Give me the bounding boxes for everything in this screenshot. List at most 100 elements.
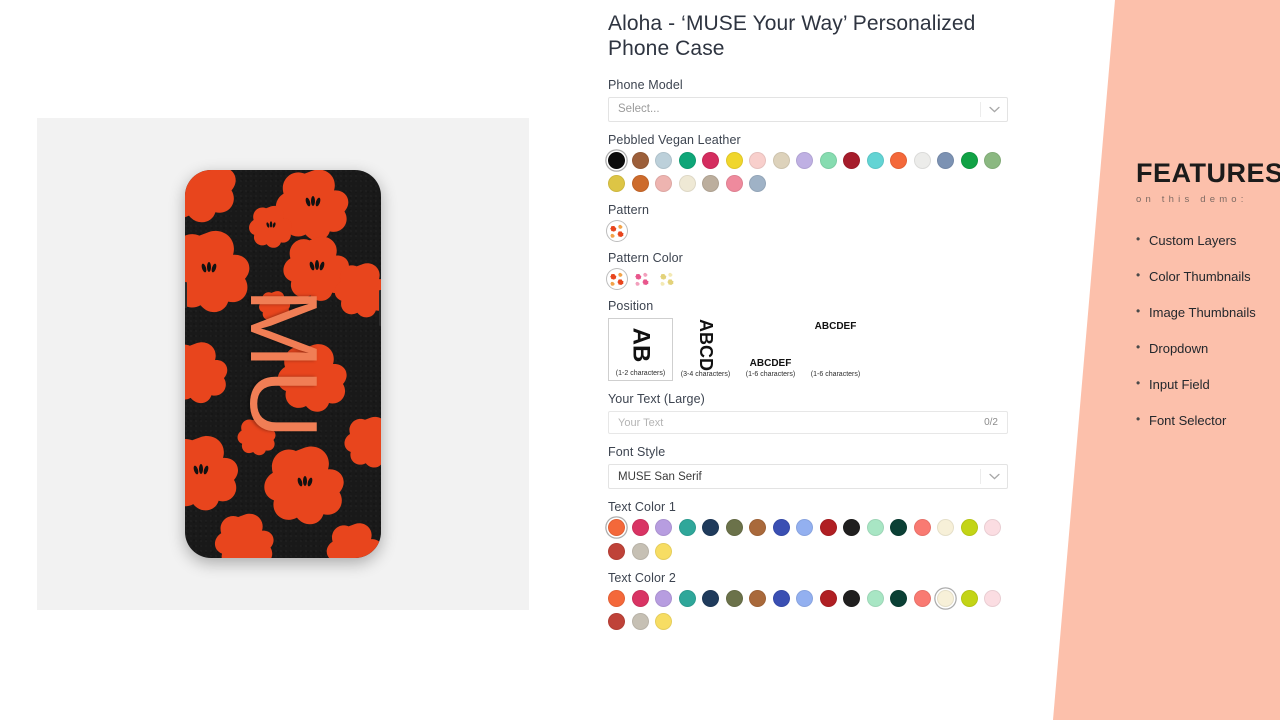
your-text-input-wrapper[interactable]: 0/2 [608, 411, 1008, 435]
text-color-1-swatch-7[interactable] [772, 519, 790, 537]
pattern-color-thumbnail-0[interactable] [608, 270, 626, 289]
leather-swatch-0[interactable] [608, 151, 625, 169]
text-color-2-swatch-13[interactable] [913, 589, 931, 607]
position-option-4[interactable]: ABCDEF (1-6 characters) [803, 318, 868, 381]
pattern-color-label: Pattern Color [608, 251, 683, 266]
pattern-label: Pattern [608, 203, 650, 218]
text-color-1-swatch-10[interactable] [843, 519, 860, 537]
feature-item-3: Dropdown [1136, 340, 1280, 356]
position-sample: ABCDEF [749, 358, 792, 370]
text-color-2-swatch-list [608, 589, 1008, 631]
leather-swatch-12[interactable] [890, 151, 907, 169]
page-title: Aloha - ‘MUSE Your Way’ Personalized Pho… [608, 12, 976, 60]
text-color-2-swatch-1[interactable] [631, 589, 649, 607]
pattern-color-thumbnail-1[interactable] [633, 270, 651, 289]
text-color-1-swatch-2[interactable] [655, 519, 672, 537]
leather-swatch-15[interactable] [960, 151, 978, 169]
text-color-1-swatch-11[interactable] [866, 519, 884, 537]
text-color-2-swatch-14[interactable] [937, 589, 954, 607]
position-sample: ABCDEF [814, 321, 857, 333]
leather-swatch-16[interactable] [984, 151, 1001, 169]
text-color-2-swatch-7[interactable] [772, 589, 790, 607]
leather-swatch-4[interactable] [702, 151, 719, 169]
phone-model-value: Select... [618, 103, 660, 116]
chevron-down-icon[interactable] [981, 106, 1007, 113]
leather-swatch-2[interactable] [655, 151, 672, 169]
leather-swatch-9[interactable] [819, 151, 837, 169]
pattern-thumbnail-0[interactable] [608, 222, 626, 241]
text-color-2-swatch-11[interactable] [866, 589, 884, 607]
leather-swatch-7[interactable] [772, 151, 790, 169]
leather-swatch-21[interactable] [702, 175, 719, 193]
text-color-2-swatch-15[interactable] [960, 589, 978, 607]
text-color-1-swatch-9[interactable] [819, 519, 837, 537]
leather-swatch-14[interactable] [937, 151, 954, 169]
text-color-1-swatch-12[interactable] [890, 519, 907, 537]
chevron-down-icon[interactable] [981, 473, 1007, 480]
leather-swatch-10[interactable] [843, 151, 860, 169]
text-color-2-swatch-5[interactable] [725, 589, 743, 607]
leather-swatch-1[interactable] [631, 151, 649, 169]
leather-swatch-8[interactable] [796, 151, 813, 169]
your-text-input[interactable] [618, 416, 985, 429]
leather-swatch-6[interactable] [749, 151, 766, 169]
pattern-color-thumbnail-list [608, 270, 1008, 289]
position-option-list: AB (1-2 characters) ABCD (3-4 characters) AB… [608, 318, 1008, 382]
text-color-1-swatch-8[interactable] [796, 519, 813, 537]
text-color-2-swatch-2[interactable] [655, 589, 672, 607]
leather-label: Pebbled Vegan Leather [608, 132, 741, 147]
field-position: Position AB (1-2 characters) ABCD (3-4 char… [608, 299, 1008, 382]
text-color-2-swatch-6[interactable] [749, 589, 766, 607]
leather-swatch-23[interactable] [749, 175, 766, 193]
text-color-2-swatch-12[interactable] [890, 589, 907, 607]
text-color-2-swatch-9[interactable] [819, 589, 837, 607]
position-option-2[interactable]: ABCD (3-4 characters) [673, 318, 738, 381]
leather-swatch-13[interactable] [913, 151, 931, 169]
text-color-2-swatch-10[interactable] [843, 589, 860, 607]
position-option-1[interactable]: AB (1-2 characters) [608, 318, 673, 382]
leather-swatch-5[interactable] [725, 151, 743, 169]
text-color-1-swatch-16[interactable] [984, 519, 1001, 537]
text-color-1-swatch-13[interactable] [913, 519, 931, 537]
text-color-1-swatch-1[interactable] [631, 519, 649, 537]
page-root: MU Aloha - ‘MUSE Your Way’ Personalized … [0, 0, 1280, 720]
text-color-1-swatch-6[interactable] [749, 519, 766, 537]
text-color-1-swatch-14[interactable] [937, 519, 954, 537]
text-color-2-swatch-18[interactable] [631, 613, 649, 631]
text-color-1-swatch-19[interactable] [655, 542, 672, 560]
features-panel: FEATURES on this demo: Custom Layers Colo… [1053, 0, 1280, 720]
text-color-1-swatch-18[interactable] [631, 542, 649, 560]
text-color-2-swatch-4[interactable] [702, 589, 719, 607]
text-color-2-swatch-17[interactable] [608, 613, 625, 631]
pattern-thumbnail-list [608, 222, 1008, 241]
leather-swatch-20[interactable] [678, 175, 696, 193]
feature-item-0: Custom Layers [1136, 232, 1280, 248]
leather-swatch-17[interactable] [608, 175, 625, 193]
pattern-color-thumbnail-2[interactable] [658, 270, 676, 289]
leather-swatch-22[interactable] [725, 175, 743, 193]
field-pattern-color: Pattern Color [608, 251, 1008, 289]
text-color-1-swatch-4[interactable] [702, 519, 719, 537]
position-option-3[interactable]: ABCDEF (1-6 characters) [738, 318, 803, 381]
leather-swatch-18[interactable] [631, 175, 649, 193]
leather-swatch-11[interactable] [866, 151, 884, 169]
text-color-2-swatch-8[interactable] [796, 589, 813, 607]
phone-model-label: Phone Model [608, 77, 683, 92]
text-color-1-swatch-5[interactable] [725, 519, 743, 537]
leather-swatch-19[interactable] [655, 175, 672, 193]
features-subtitle: on this demo: [1136, 194, 1248, 205]
text-color-1-swatch-3[interactable] [678, 519, 696, 537]
position-caption: (1-2 characters) [615, 370, 666, 378]
phone-side-button-left [185, 282, 187, 308]
text-color-1-swatch-17[interactable] [608, 542, 625, 560]
font-style-dropdown[interactable]: MUSE San Serif [608, 464, 1008, 490]
text-color-2-swatch-16[interactable] [984, 589, 1001, 607]
field-font-style: Font Style MUSE San Serif [608, 445, 1008, 490]
text-color-1-swatch-15[interactable] [960, 519, 978, 537]
leather-swatch-3[interactable] [678, 151, 696, 169]
text-color-2-swatch-3[interactable] [678, 589, 696, 607]
text-color-1-swatch-0[interactable] [608, 519, 625, 537]
text-color-2-swatch-0[interactable] [608, 589, 625, 607]
phone-model-dropdown[interactable]: Select... [608, 96, 1008, 122]
text-color-2-swatch-19[interactable] [655, 613, 672, 631]
